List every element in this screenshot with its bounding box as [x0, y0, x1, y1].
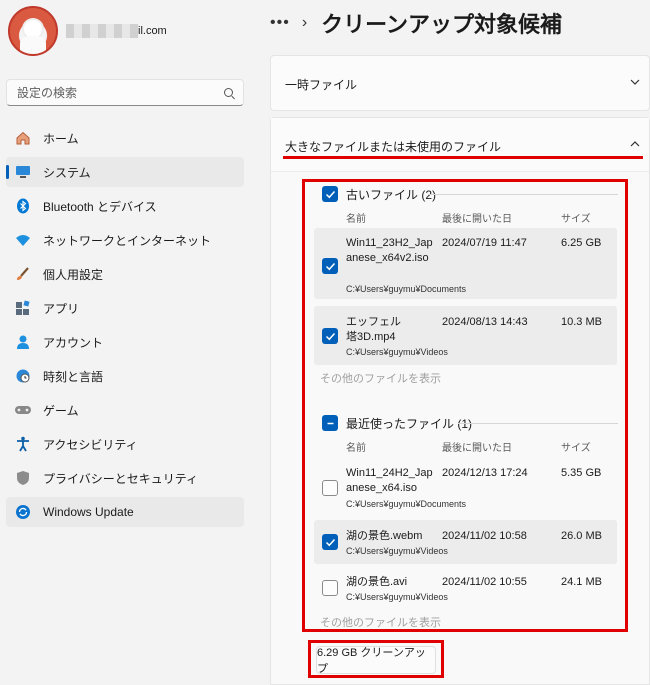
sidebar-item-system[interactable]: システム — [6, 157, 244, 187]
sidebar-item-gaming[interactable]: ゲーム — [6, 395, 244, 425]
home-icon — [14, 129, 32, 147]
sidebar-item-label: アクセシビリティ — [43, 437, 138, 452]
sidebar-item-label: Bluetooth とデバイス — [43, 199, 157, 214]
sidebar: il.com 設定の検索 ホーム システム Bluetooth とデバイス ネッ… — [0, 0, 258, 685]
sidebar-item-bluetooth[interactable]: Bluetooth とデバイス — [6, 191, 244, 221]
sidebar-item-label: プライバシーとセキュリティ — [43, 471, 199, 486]
sidebar-nav: ホーム システム Bluetooth とデバイス ネットワークとインターネット … — [6, 123, 244, 531]
brush-icon — [14, 265, 32, 283]
sidebar-item-label: システム — [43, 165, 91, 180]
sidebar-item-accounts[interactable]: アカウント — [6, 327, 244, 357]
sidebar-item-label: Windows Update — [43, 505, 134, 519]
account-icon — [14, 333, 32, 351]
shield-icon — [14, 469, 32, 487]
avatar[interactable] — [8, 6, 58, 56]
highlight-box-files — [302, 179, 628, 632]
system-icon — [14, 163, 32, 181]
bluetooth-icon — [14, 197, 32, 215]
sidebar-item-label: 個人用設定 — [43, 267, 104, 282]
email-redaction — [66, 24, 138, 38]
apps-icon — [14, 299, 32, 317]
breadcrumb: ••• › クリーンアップ対象候補 — [270, 8, 562, 38]
sidebar-item-label: ゲーム — [43, 403, 79, 418]
large-files-expander[interactable]: 大きなファイルまたは未使用のファイル — [271, 118, 649, 172]
sidebar-item-personalization[interactable]: 個人用設定 — [6, 259, 244, 289]
chevron-up-icon[interactable] — [629, 137, 641, 149]
sidebar-item-network[interactable]: ネットワークとインターネット — [6, 225, 244, 255]
temp-files-label: 一時ファイル — [285, 78, 358, 92]
page-title: クリーンアップ対象候補 — [321, 12, 563, 37]
breadcrumb-chevron-icon: › — [301, 14, 308, 31]
accessibility-icon — [14, 435, 32, 453]
highlight-box-cleanup — [308, 640, 444, 678]
temp-files-expander[interactable]: 一時ファイル — [270, 55, 650, 111]
search-placeholder: 設定の検索 — [17, 86, 78, 100]
account-email: il.com — [138, 25, 167, 37]
large-files-label: 大きなファイルまたは未使用のファイル — [285, 140, 502, 154]
sidebar-item-apps[interactable]: アプリ — [6, 293, 244, 323]
sidebar-item-label: 時刻と言語 — [43, 369, 104, 384]
sidebar-item-privacy-security[interactable]: プライバシーとセキュリティ — [6, 463, 244, 493]
search-icon[interactable] — [224, 88, 233, 97]
sidebar-item-label: アプリ — [43, 301, 80, 316]
globe-clock-icon — [14, 367, 32, 385]
sidebar-item-accessibility[interactable]: アクセシビリティ — [6, 429, 244, 459]
windows-update-icon — [14, 503, 32, 521]
breadcrumb-overflow-button[interactable]: ••• — [270, 14, 290, 32]
sidebar-item-label: アカウント — [43, 335, 104, 350]
settings-search-input[interactable]: 設定の検索 — [6, 79, 244, 106]
profile[interactable]: il.com — [8, 6, 167, 56]
highlight-underline — [283, 156, 643, 159]
gamepad-icon — [14, 401, 32, 419]
sidebar-item-time-language[interactable]: 時刻と言語 — [6, 361, 244, 391]
sidebar-item-home[interactable]: ホーム — [6, 123, 244, 153]
chevron-down-icon[interactable] — [629, 75, 641, 87]
sidebar-item-label: ホーム — [43, 131, 79, 146]
sidebar-item-windows-update[interactable]: Windows Update — [6, 497, 244, 527]
sidebar-item-label: ネットワークとインターネット — [43, 233, 212, 248]
network-icon — [14, 231, 32, 249]
